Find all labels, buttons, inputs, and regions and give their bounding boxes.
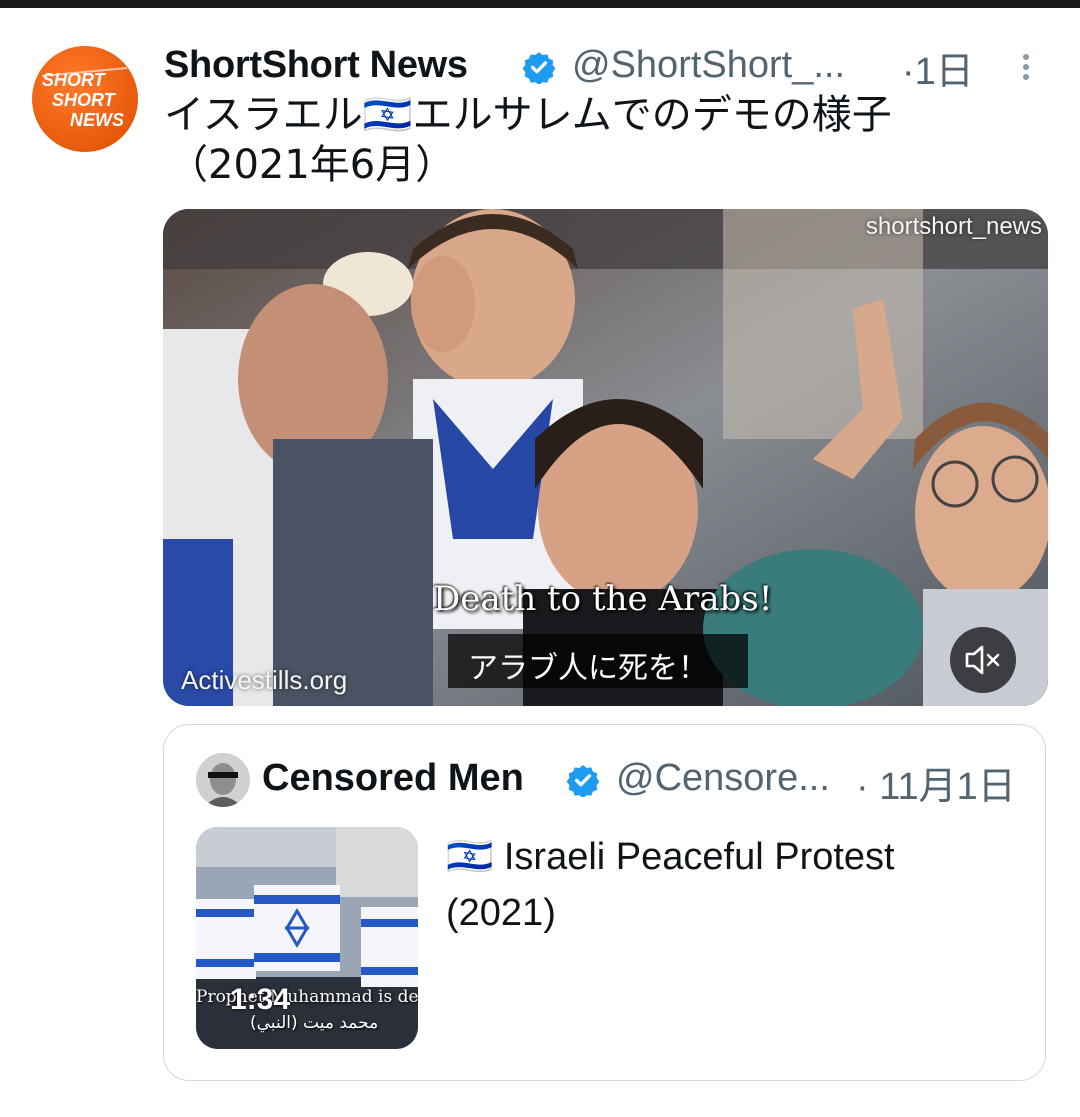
tweet[interactable]: SHORT SHORT NEWS ShortShort News @ShortS… bbox=[0, 8, 1080, 1117]
quoted-avatar[interactable] bbox=[196, 753, 250, 807]
svg-text:SHORT: SHORT bbox=[42, 70, 107, 90]
timestamp[interactable]: ·1日 bbox=[902, 40, 974, 95]
display-name[interactable]: ShortShort News bbox=[164, 44, 468, 87]
video-frame bbox=[163, 209, 1048, 706]
quoted-display-name[interactable]: Censored Men bbox=[262, 757, 524, 800]
subtitle-english: Death to the Arabs! bbox=[433, 579, 773, 619]
quoted-handle[interactable]: @Censore... bbox=[616, 757, 830, 800]
status-bar-edge bbox=[0, 0, 1080, 8]
quoted-timestamp[interactable]: · 11月1日 bbox=[856, 755, 1016, 810]
verified-badge-icon bbox=[566, 765, 600, 797]
avatar[interactable]: SHORT SHORT NEWS bbox=[32, 46, 138, 152]
more-options-icon[interactable] bbox=[1014, 50, 1038, 90]
handle[interactable]: @ShortShort_... bbox=[572, 44, 845, 87]
video-player[interactable]: shortshort_news Activestills.org Death t… bbox=[163, 209, 1048, 706]
subtitle-japanese: アラブ人に死を！ bbox=[468, 651, 708, 686]
verified-badge-icon bbox=[522, 52, 556, 84]
quoted-text-line2: (2021) bbox=[446, 892, 556, 934]
watermark-top: shortshort_news bbox=[865, 213, 1042, 240]
quoted-text-line1: 🇮🇱 Israeli Peaceful Protest bbox=[446, 836, 895, 878]
watermark-bottom: Activestills.org bbox=[181, 665, 348, 695]
censored-men-logo bbox=[196, 753, 250, 807]
tweet-header: ShortShort News @ShortShort_... ·1日 bbox=[164, 38, 1044, 93]
svg-text:SHORT: SHORT bbox=[52, 90, 117, 110]
tweet-text-line1: イスラエル🇮🇱エルサレムでのデモの様子 bbox=[164, 92, 892, 138]
tweet-text-line2: （2021年6月） bbox=[168, 142, 456, 188]
speaker-muted-icon bbox=[965, 645, 1000, 675]
shortshort-news-logo: SHORT SHORT NEWS bbox=[41, 67, 128, 130]
quoted-video-thumbnail[interactable]: Prophet Muhammad is dead (النبي) محمد مي… bbox=[196, 827, 418, 1049]
svg-text:NEWS: NEWS bbox=[70, 110, 124, 130]
mute-button[interactable] bbox=[950, 627, 1016, 693]
video-duration: 1:34 bbox=[230, 983, 291, 1016]
tweet-text: イスラエル🇮🇱エルサレムでのデモの様子 （2021年6月） bbox=[164, 90, 1044, 190]
quoted-tweet[interactable]: Censored Men @Censore... · 11月1日 Prophet… bbox=[163, 724, 1046, 1081]
quoted-tweet-text: 🇮🇱 Israeli Peaceful Protest (2021) bbox=[446, 829, 1006, 941]
